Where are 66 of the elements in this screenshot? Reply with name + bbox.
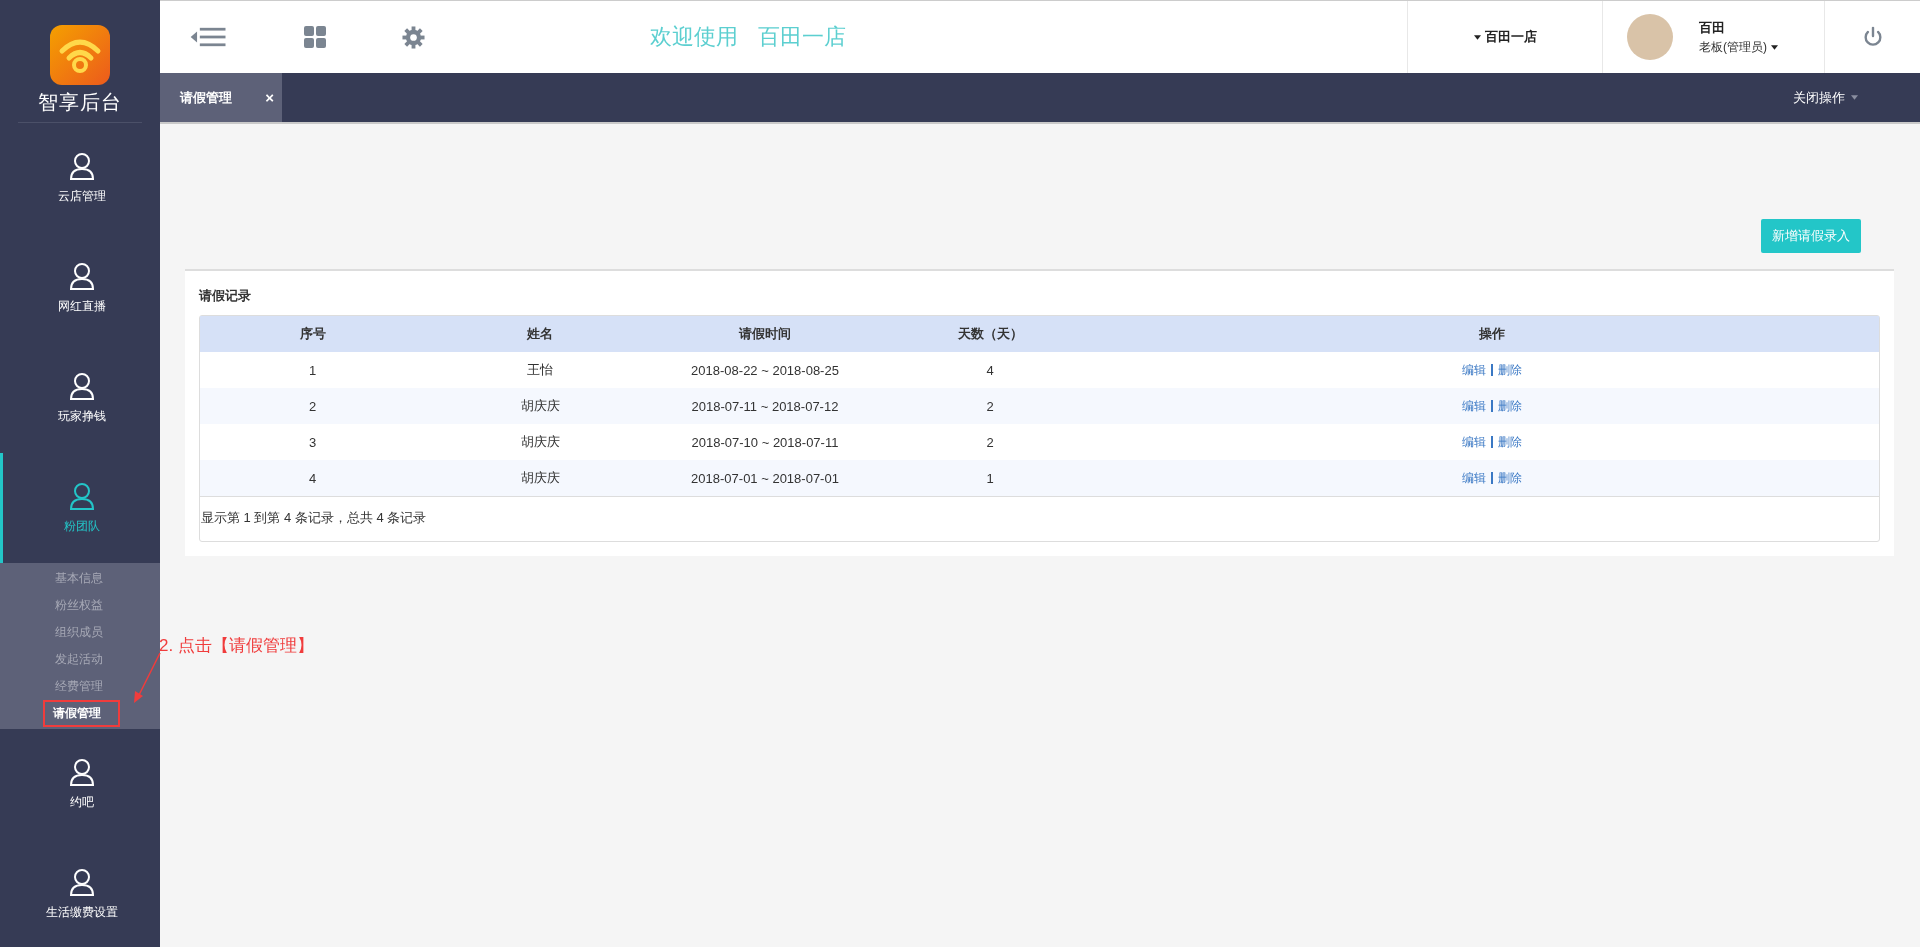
sidebar-item[interactable]: 生活缴费设置	[0, 839, 160, 947]
submenu-item[interactable]: 请假管理	[43, 700, 120, 727]
table-cell-text: 4	[985, 362, 995, 378]
table-cell-text: 2018-07-10 ~ 2018-07-11	[690, 434, 840, 450]
submenu-item[interactable]: 经费管理	[0, 673, 160, 700]
action-link[interactable]: 删除	[1498, 361, 1522, 379]
column-header: 操作	[1478, 325, 1506, 343]
store-name: 百田一店	[758, 23, 846, 51]
action-link[interactable]: 编辑	[1462, 469, 1486, 487]
welcome-text: 欢迎使用	[650, 23, 738, 51]
table-cell-text: 2	[985, 398, 995, 414]
table-cell-text: 1	[307, 362, 318, 378]
table-cell-text: 王怡	[526, 361, 554, 379]
action-link[interactable]: 删除	[1498, 397, 1522, 415]
grid-icon[interactable]	[304, 26, 326, 48]
person-icon	[68, 481, 95, 510]
table-cell-text: 1	[985, 470, 995, 486]
submenu-item[interactable]: 组织成员	[0, 619, 160, 646]
tab[interactable]: 请假管理 ×	[160, 73, 282, 122]
annotation-arrow	[132, 651, 162, 705]
action-link[interactable]: 编辑	[1462, 361, 1486, 379]
pagination-info: 显示第 1 到第 4 条记录，总共 4 条记录	[200, 496, 1879, 541]
action-link[interactable]: 编辑	[1462, 433, 1486, 451]
user-role-dropdown[interactable]: 老板(管理员)	[1699, 38, 1778, 56]
submenu-item[interactable]: 发起活动	[0, 646, 160, 673]
menu-icon[interactable]	[190, 26, 228, 48]
card-title: 请假记录	[199, 287, 252, 305]
sidebar-item[interactable]: 玩家挣钱	[0, 343, 160, 453]
person-icon	[68, 757, 95, 786]
person-icon	[68, 151, 95, 180]
column-header: 姓名	[526, 325, 554, 343]
person-icon	[68, 371, 95, 400]
table-cell-text: 2018-08-22 ~ 2018-08-25	[690, 362, 840, 378]
submenu-item[interactable]: 基本信息	[0, 565, 160, 592]
settings-icon[interactable]	[402, 25, 425, 49]
table-cell-text: 2018-07-11 ~ 2018-07-12	[690, 398, 840, 414]
annotation-text: 2. 点击【请假管理】	[159, 635, 314, 657]
column-header: 请假时间	[737, 325, 792, 343]
table-cell-text: 4	[307, 470, 318, 486]
column-header: 序号	[298, 325, 327, 343]
sidebar-item[interactable]: 约吧	[0, 729, 160, 839]
close-operations-dropdown[interactable]: 关闭操作	[1793, 73, 1858, 122]
submenu-item[interactable]: 粉丝权益	[0, 592, 160, 619]
action-link[interactable]: 删除	[1498, 433, 1522, 451]
app-logo-icon	[50, 25, 110, 85]
action-link[interactable]: 编辑	[1462, 397, 1486, 415]
store-dropdown[interactable]: 百田一店	[1473, 28, 1537, 46]
caret-icon	[1771, 44, 1778, 50]
sidebar-item[interactable]: 网红直播	[0, 233, 160, 343]
table-cell-text: 2018-07-01 ~ 2018-07-01	[690, 470, 840, 486]
caret-icon	[1473, 34, 1481, 40]
person-icon	[68, 867, 95, 896]
action-link[interactable]: 删除	[1498, 469, 1522, 487]
close-icon[interactable]: ×	[265, 89, 274, 106]
sidebar-item[interactable]: 云店管理	[0, 123, 160, 233]
table-cell-text: 胡庆庆	[519, 469, 561, 487]
caret-icon	[1851, 95, 1858, 100]
user-name: 百田	[1699, 18, 1726, 37]
table-cell-text: 胡庆庆	[519, 433, 561, 451]
table-cell-text: 2	[307, 398, 318, 414]
table-cell-text: 2	[985, 434, 995, 450]
table-cell-text: 3	[307, 434, 318, 450]
person-icon	[68, 261, 95, 290]
logo-text: 智享后台	[38, 90, 122, 115]
column-header: 天数（天）	[956, 325, 1024, 343]
table-cell-text: 胡庆庆	[519, 397, 561, 415]
